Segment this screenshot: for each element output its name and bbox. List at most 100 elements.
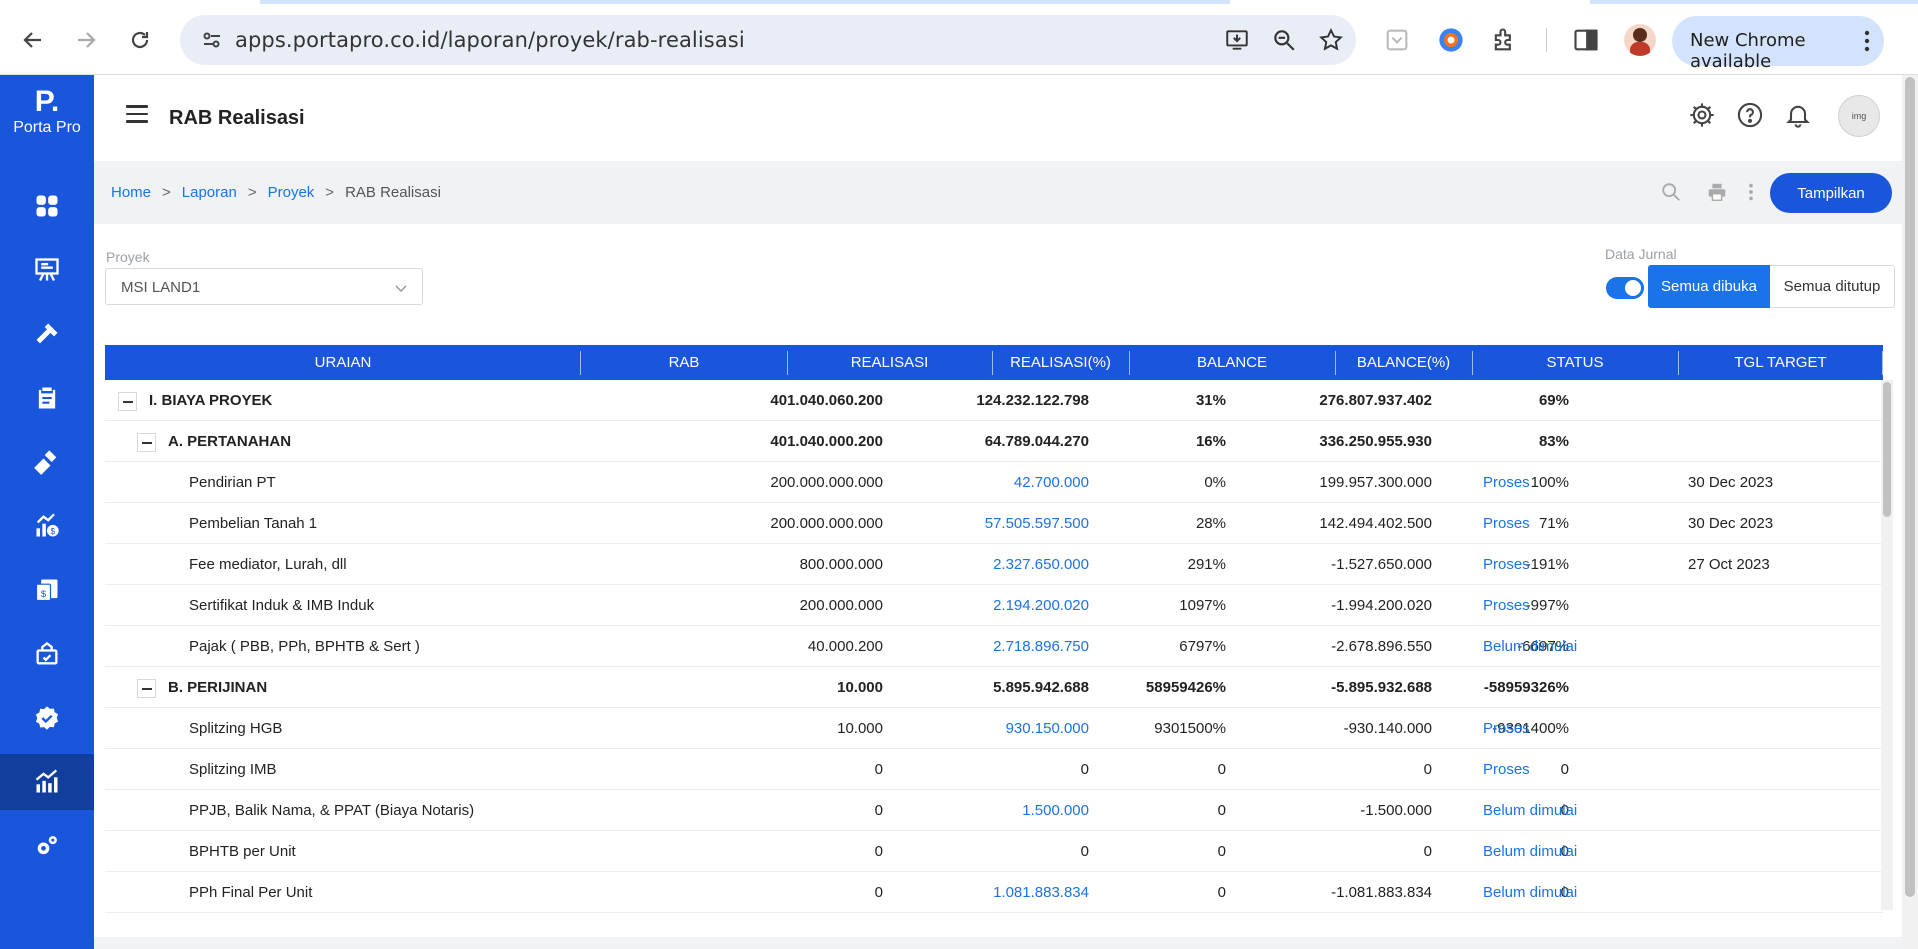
install-app-icon[interactable] bbox=[1224, 27, 1250, 53]
nav-asset[interactable] bbox=[0, 626, 94, 682]
col-realisasi[interactable]: REALISASI bbox=[787, 345, 992, 380]
breadcrumb-home[interactable]: Home bbox=[111, 184, 151, 201]
table-row[interactable]: BPHTB per Unit 0 0 0 0 0 Belum dimulai bbox=[105, 831, 1883, 872]
cell-status[interactable]: Proses bbox=[1483, 474, 1530, 491]
chrome-menu-icon[interactable] bbox=[1864, 29, 1870, 53]
help-icon[interactable] bbox=[1736, 101, 1764, 129]
side-panel-icon[interactable] bbox=[1572, 26, 1600, 54]
nav-construction[interactable] bbox=[0, 434, 94, 490]
reload-icon[interactable] bbox=[122, 22, 158, 58]
cell-realisasi[interactable]: 42.700.000 bbox=[1014, 474, 1089, 491]
table-scrollbar-thumb[interactable] bbox=[1883, 382, 1891, 517]
collapse-toggle-icon[interactable] bbox=[118, 392, 137, 411]
print-icon[interactable] bbox=[1706, 181, 1728, 203]
cell-status[interactable]: Proses bbox=[1483, 720, 1530, 737]
cell-uraian: Splitzing IMB bbox=[189, 761, 277, 778]
cell-status[interactable]: Proses bbox=[1483, 515, 1530, 532]
cell-rab: 800.000.000 bbox=[799, 556, 883, 573]
breadcrumb-proyek[interactable]: Proyek bbox=[268, 184, 315, 201]
tampilkan-button[interactable]: Tampilkan bbox=[1770, 173, 1892, 213]
table-row[interactable]: PPh Final Per Unit 0 1.081.883.834 0 -1.081.… bbox=[105, 872, 1883, 913]
col-realisasi-pct[interactable]: REALISASI(%) bbox=[992, 345, 1129, 380]
nav-hammer[interactable] bbox=[0, 306, 94, 362]
nav-invoice[interactable]: $ bbox=[0, 562, 94, 618]
cell-realisasi: 0 bbox=[1080, 843, 1089, 860]
cell-realisasi[interactable]: 1.081.883.834 bbox=[993, 884, 1089, 901]
cell-status[interactable]: Belum dimulai bbox=[1483, 638, 1577, 655]
cell-realisasi[interactable]: 930.150.000 bbox=[1006, 720, 1089, 737]
pocket-extension-icon[interactable] bbox=[1383, 26, 1411, 54]
cell-realisasi[interactable]: 57.505.597.500 bbox=[985, 515, 1089, 532]
table-scrollbar[interactable] bbox=[1881, 380, 1893, 910]
notification-bell-icon[interactable] bbox=[1784, 101, 1812, 129]
extension-circle-icon[interactable] bbox=[1437, 26, 1465, 54]
cell-status[interactable]: Proses bbox=[1483, 597, 1530, 614]
cell-status[interactable]: Belum dimulai bbox=[1483, 884, 1577, 901]
address-bar[interactable]: apps.portapro.co.id/laporan/proyek/rab-r… bbox=[180, 15, 1356, 65]
table-row[interactable]: Fee mediator, Lurah, dll 800.000.000 2.327… bbox=[105, 544, 1883, 585]
page-scrollbar-thumb[interactable] bbox=[1905, 77, 1915, 897]
expand-all-button[interactable]: Semua dibuka bbox=[1648, 265, 1770, 308]
table-row[interactable]: Pajak ( PBB, PPh, BPHTB & Sert ) 40.000.2… bbox=[105, 626, 1883, 667]
cell-balance: -1.081.883.834 bbox=[1331, 884, 1432, 901]
col-balance-pct[interactable]: BALANCE(%) bbox=[1335, 345, 1472, 380]
menu-hamburger-icon[interactable] bbox=[126, 105, 148, 123]
profile-avatar[interactable] bbox=[1624, 24, 1656, 56]
report-chart-icon bbox=[35, 769, 58, 793]
nav-approval[interactable] bbox=[0, 690, 94, 746]
cell-status[interactable]: Belum dimulai bbox=[1483, 843, 1577, 860]
table-row[interactable]: Pendirian PT 200.000.000.000 42.700.000 0% 1… bbox=[105, 462, 1883, 503]
zoom-icon[interactable] bbox=[1271, 27, 1297, 53]
extensions-puzzle-icon[interactable] bbox=[1490, 26, 1518, 54]
cell-realisasi[interactable]: 1.500.000 bbox=[1022, 802, 1089, 819]
cell-balance-pct: -191% bbox=[1525, 556, 1569, 573]
cell-realisasi[interactable]: 2.327.650.000 bbox=[993, 556, 1089, 573]
table-row[interactable]: Pembelian Tanah 1 200.000.000.000 57.505.5… bbox=[105, 503, 1883, 544]
site-settings-icon[interactable] bbox=[200, 28, 224, 52]
url-text[interactable]: apps.portapro.co.id/laporan/proyek/rab-r… bbox=[235, 28, 745, 52]
table-row[interactable]: Splitzing HGB 10.000 930.150.000 9301500% -9… bbox=[105, 708, 1883, 749]
cell-status[interactable]: Belum dimulai bbox=[1483, 802, 1577, 819]
nav-finance[interactable]: $ bbox=[0, 498, 94, 554]
collapse-all-button[interactable]: Semua ditutup bbox=[1770, 265, 1895, 308]
col-uraian[interactable]: URAIAN bbox=[105, 345, 581, 380]
collapse-toggle-icon[interactable] bbox=[137, 433, 156, 452]
cell-status[interactable]: Proses bbox=[1483, 556, 1530, 573]
gear-icon[interactable] bbox=[1688, 101, 1716, 129]
cell-balance: -930.140.000 bbox=[1343, 720, 1432, 737]
col-balance[interactable]: BALANCE bbox=[1129, 345, 1335, 380]
table-row[interactable]: B. PERIJINAN 10.000 5.895.942.688 58959426%… bbox=[105, 667, 1883, 708]
bookmark-star-icon[interactable] bbox=[1318, 27, 1344, 53]
more-options-icon[interactable] bbox=[1748, 181, 1754, 203]
nav-clipboard[interactable] bbox=[0, 370, 94, 426]
data-jurnal-toggle[interactable] bbox=[1606, 277, 1644, 299]
nav-dashboard[interactable] bbox=[0, 178, 94, 234]
col-rab[interactable]: RAB bbox=[581, 345, 787, 380]
page-scrollbar[interactable] bbox=[1902, 75, 1918, 949]
portapro-logo[interactable]: P. Porta Pro bbox=[0, 87, 94, 137]
table-row[interactable]: PPJB, Balik Nama, & PPAT (Biaya Notaris)… bbox=[105, 790, 1883, 831]
nav-settings[interactable] bbox=[0, 818, 94, 874]
breadcrumb-laporan[interactable]: Laporan bbox=[182, 184, 237, 201]
nav-report[interactable] bbox=[0, 754, 94, 810]
forward-icon[interactable] bbox=[68, 22, 104, 58]
search-icon[interactable] bbox=[1660, 181, 1682, 203]
nav-project-board[interactable] bbox=[0, 242, 94, 298]
table-row[interactable]: Sertifikat Induk & IMB Induk 200.000.000 2… bbox=[105, 585, 1883, 626]
cell-realisasi: 124.232.122.798 bbox=[976, 392, 1089, 409]
table-row[interactable]: Splitzing IMB 0 0 0 0 0 Proses bbox=[105, 749, 1883, 790]
cell-rab: 200.000.000.000 bbox=[770, 515, 883, 532]
table-row[interactable]: I. BIAYA PROYEK 401.040.060.200 124.232.12… bbox=[105, 380, 1883, 421]
cell-status[interactable]: Proses bbox=[1483, 761, 1530, 778]
new-chrome-button[interactable]: New Chrome available bbox=[1672, 16, 1884, 72]
cell-balance: -1.527.650.000 bbox=[1331, 556, 1432, 573]
back-icon[interactable] bbox=[15, 22, 51, 58]
table-row[interactable]: A. PERTANAHAN 401.040.000.200 64.789.044.2… bbox=[105, 421, 1883, 462]
cell-realisasi[interactable]: 2.718.896.750 bbox=[993, 638, 1089, 655]
collapse-toggle-icon[interactable] bbox=[137, 679, 156, 698]
user-avatar[interactable]: img bbox=[1838, 95, 1880, 137]
col-tgl-target[interactable]: TGL TARGET bbox=[1678, 345, 1883, 380]
proyek-select[interactable]: MSI LAND1 bbox=[105, 268, 423, 305]
col-status[interactable]: STATUS bbox=[1472, 345, 1678, 380]
cell-realisasi[interactable]: 2.194.200.020 bbox=[993, 597, 1089, 614]
